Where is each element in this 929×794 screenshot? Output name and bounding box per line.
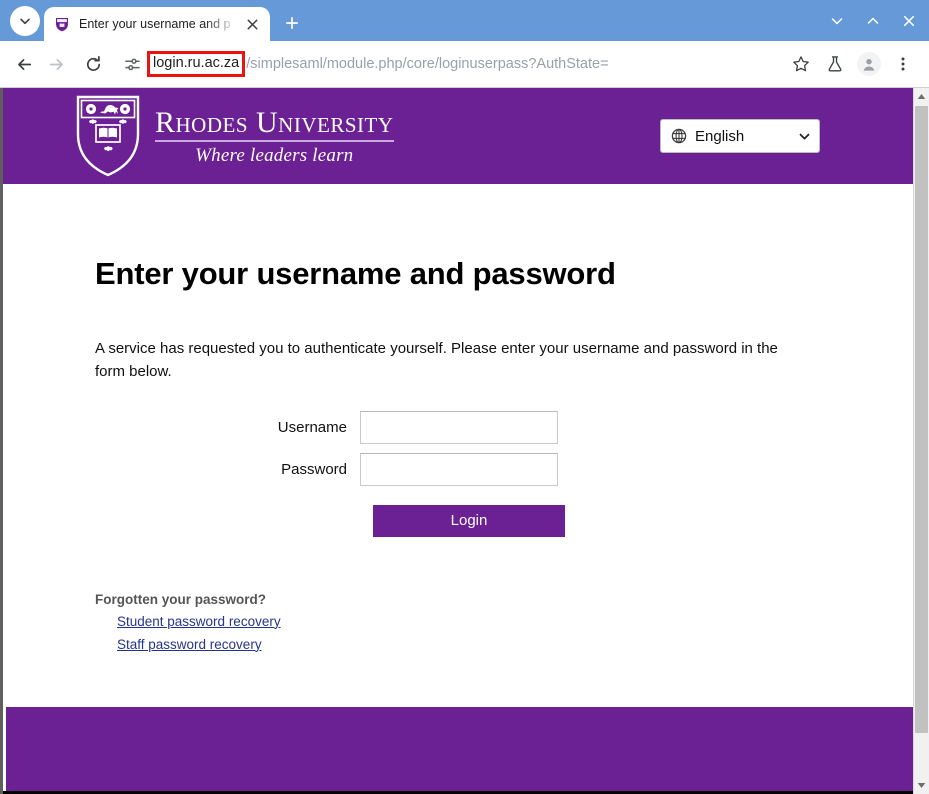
brand-tagline: Where leaders learn (195, 145, 354, 167)
language-selected-label: English (695, 127, 745, 145)
browser-menu-button[interactable] (887, 48, 919, 80)
site-brand: Rhodes University Where leaders learn (75, 94, 394, 178)
forward-button (40, 48, 72, 80)
window-controls (823, 8, 923, 34)
address-bar[interactable]: login.ru.ac.za /simplesaml/module.php/co… (119, 49, 781, 79)
rhodes-crest-favicon (54, 16, 70, 32)
site-footer (6, 707, 913, 794)
password-input[interactable] (360, 452, 558, 486)
url-domain: login.ru.ac.za (153, 55, 240, 72)
star-icon (793, 56, 809, 72)
form-actions: Login (95, 504, 655, 537)
reload-icon (86, 55, 100, 71)
close-window-button[interactable] (895, 8, 923, 34)
plus-icon (285, 16, 299, 30)
rhodes-crest-icon (75, 94, 141, 178)
recovery-heading: Forgotten your password? (95, 591, 267, 607)
chevron-up-icon (867, 17, 879, 24)
intro-text: A service has requested you to authentic… (95, 340, 778, 381)
brand-text: Rhodes University Where leaders learn (155, 105, 394, 168)
username-row: Username (95, 410, 655, 444)
globe-icon (671, 128, 687, 144)
password-recovery-section: Forgotten your password? Student passwor… (95, 592, 913, 654)
form-actions-spacer (95, 505, 373, 537)
profile-button[interactable] (853, 48, 885, 80)
password-row: Password (95, 452, 655, 486)
arrow-left-icon (17, 58, 31, 70)
tune-sliders-icon[interactable] (119, 51, 145, 77)
triangle-up-icon (917, 94, 926, 99)
student-password-recovery-link[interactable]: Student password recovery (117, 614, 281, 629)
brand-name: Rhodes University (155, 107, 394, 143)
list-item: Student password recovery (117, 613, 913, 631)
triangle-down-icon (917, 783, 926, 788)
page-viewport: Rhodes University Where leaders learn En… (0, 87, 929, 794)
page-title: Enter your username and password (95, 256, 616, 291)
bookmark-button[interactable] (785, 48, 817, 80)
recovery-link-list: Student password recovery Staff password… (95, 613, 913, 654)
minimize-button[interactable] (823, 8, 851, 34)
page-content: Enter your username and password A servi… (3, 184, 913, 707)
url-path: /simplesaml/module.php/core/loginuserpas… (246, 55, 609, 72)
scrollbar-thumb[interactable] (915, 106, 928, 733)
avatar-icon (857, 52, 881, 76)
web-page: Rhodes University Where leaders learn En… (0, 88, 913, 794)
chevron-down-icon (20, 18, 30, 25)
vertical-scrollbar[interactable] (913, 88, 929, 794)
new-tab-button[interactable] (278, 9, 306, 37)
scroll-up-button[interactable] (914, 88, 929, 105)
username-input[interactable] (360, 410, 558, 444)
tab-search-button[interactable] (10, 6, 40, 36)
login-form: Username Password Login (95, 410, 655, 537)
tab-title: Enter your username and p (79, 17, 231, 31)
reload-button[interactable] (77, 48, 109, 80)
list-item: Staff password recovery (117, 636, 913, 654)
scroll-down-button[interactable] (914, 777, 929, 794)
labs-button[interactable] (819, 48, 851, 80)
toolbar-actions (785, 48, 919, 80)
browser-tab[interactable]: Enter your username and p (44, 7, 270, 41)
login-button[interactable]: Login (373, 504, 565, 537)
tab-strip: Enter your username and p (0, 0, 929, 41)
url-text: login.ru.ac.za /simplesaml/module.php/co… (147, 51, 609, 77)
username-label: Username (277, 418, 347, 436)
close-icon (247, 19, 257, 29)
browser-window: Enter your username and p login.ru.ac.za… (0, 0, 929, 794)
flask-icon (828, 56, 842, 72)
staff-password-recovery-link[interactable]: Staff password recovery (117, 637, 262, 652)
browser-toolbar: login.ru.ac.za /simplesaml/module.php/co… (0, 41, 929, 87)
tab-close-button[interactable] (242, 14, 262, 34)
chevron-down-icon (798, 130, 811, 143)
url-domain-highlight: login.ru.ac.za (147, 51, 246, 77)
password-label: Password (281, 460, 347, 478)
x-icon (903, 15, 915, 27)
chevron-down-icon (831, 18, 843, 25)
arrow-right-icon (49, 58, 63, 70)
back-button[interactable] (8, 48, 40, 80)
three-dots-icon (901, 57, 905, 71)
language-select[interactable]: English (660, 119, 820, 153)
maximize-button[interactable] (859, 8, 887, 34)
site-header: Rhodes University Where leaders learn En… (3, 88, 913, 184)
